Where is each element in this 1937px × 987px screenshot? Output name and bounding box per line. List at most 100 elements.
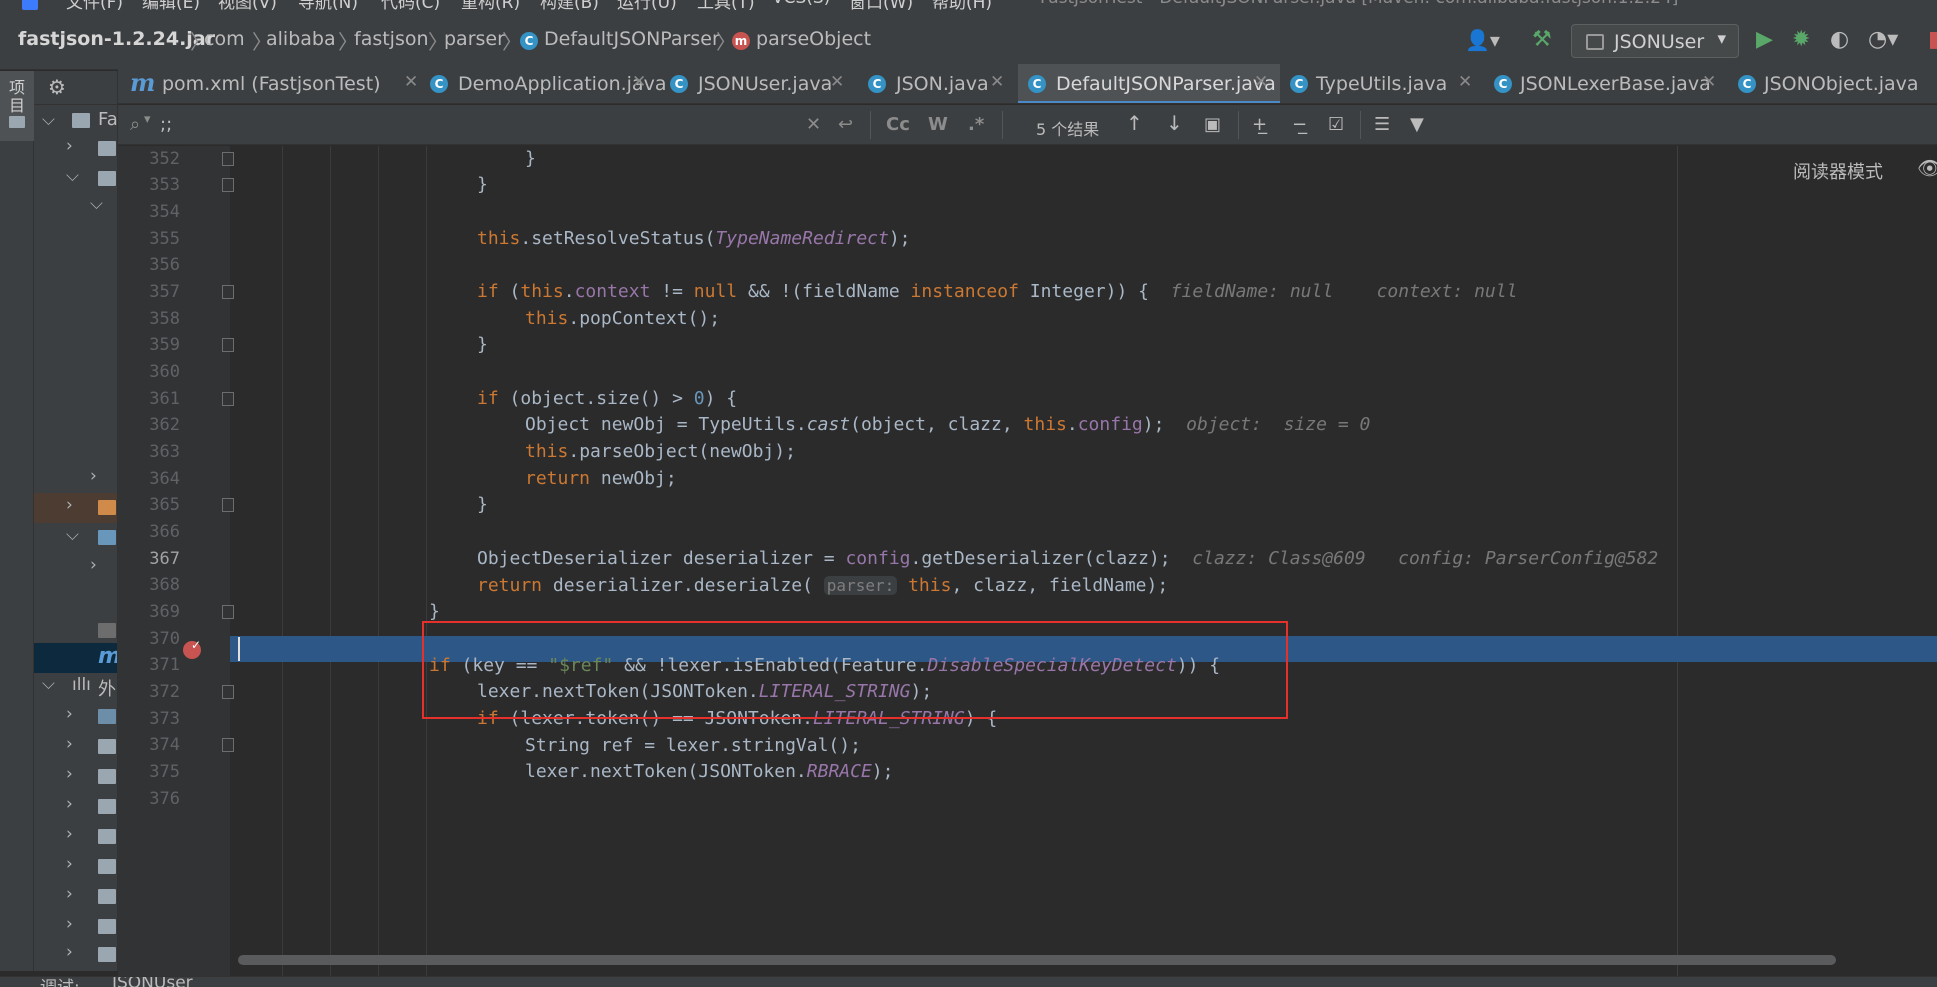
project-panel-header: ⚙ — [34, 71, 117, 105]
fold-marker-icon[interactable] — [222, 338, 234, 352]
in-selection-icon[interactable]: ☰ — [1374, 114, 1390, 135]
menu-build[interactable]: 构建(B) — [540, 0, 599, 10]
close-icon[interactable]: ✕ — [990, 72, 1004, 92]
menu-code[interactable]: 代码(C) — [381, 0, 440, 10]
next-occurrence-icon[interactable]: ↓ — [1166, 111, 1183, 135]
tree-item[interactable]: › — [34, 912, 117, 942]
tree-item[interactable]: ⌵ — [34, 192, 117, 222]
debug-icon[interactable]: ✹ — [1792, 28, 1810, 52]
horizontal-scrollbar[interactable] — [238, 955, 1836, 965]
breadcrumb-jar[interactable]: fastjson-1.2.24.jar — [18, 28, 215, 50]
tree-item-root[interactable]: ⌵ Fa — [34, 106, 117, 136]
previous-occurrence-icon[interactable]: ↑ — [1126, 111, 1143, 135]
tab-typeutils[interactable]: C TypeUtils.java ✕ — [1280, 64, 1480, 103]
close-icon[interactable]: ✕ — [1702, 72, 1716, 92]
tab-jsonlexerbase[interactable]: C JSONLexerBase.java ✕ — [1480, 64, 1724, 103]
tab-pom-xml[interactable]: m pom.xml (FastjsonTest) ✕ — [118, 64, 418, 103]
tree-item[interactable]: › — [34, 702, 117, 732]
breadcrumb-method[interactable]: m parseObject — [732, 28, 871, 50]
breadcrumb-parser[interactable]: parser — [444, 28, 505, 50]
new-line-icon[interactable]: ↩ — [838, 114, 853, 135]
tree-item[interactable] — [34, 616, 117, 646]
filter-icon[interactable]: ▼ — [1410, 114, 1424, 135]
menu-refactor[interactable]: 重构(R) — [461, 0, 520, 10]
fold-marker-icon[interactable] — [222, 285, 234, 299]
tab-jsonuser[interactable]: C JSONUser.java ✕ — [658, 64, 858, 103]
tree-item[interactable]: › — [34, 852, 117, 882]
close-icon[interactable]: ✕ — [1458, 72, 1472, 92]
class-icon: C — [868, 75, 886, 93]
fold-marker-icon[interactable] — [222, 685, 234, 699]
debug-session-tab[interactable]: JSONUser — [112, 977, 193, 987]
menu-view[interactable]: 视图(V) — [218, 0, 277, 10]
reader-mode-button[interactable]: 阅读器模式 — [1793, 158, 1883, 184]
menu-navigate[interactable]: 导航(N) — [298, 0, 358, 10]
tab-jsonobject[interactable]: C JSONObject.java — [1724, 64, 1937, 103]
stop-icon[interactable]: ■ — [1928, 28, 1937, 52]
eye-icon[interactable]: 👁 — [1917, 156, 1937, 180]
run-configuration-selector[interactable]: JSONUser ▾ — [1571, 24, 1739, 58]
user-icon[interactable]: 👤▾ — [1465, 28, 1500, 52]
close-icon[interactable]: ✕ — [1254, 72, 1268, 92]
tree-item[interactable]: › — [34, 762, 117, 792]
close-icon[interactable]: ✕ — [632, 72, 646, 92]
tab-json[interactable]: C JSON.java ✕ — [858, 64, 1018, 103]
breadcrumb-com[interactable]: com — [204, 28, 245, 50]
close-icon[interactable]: ✕ — [830, 72, 844, 92]
indent-guide — [378, 146, 379, 976]
menu-tools[interactable]: 工具(T) — [697, 0, 755, 10]
menu-file[interactable]: 文件(F) — [66, 0, 123, 10]
code-line-353: } — [477, 174, 488, 195]
profile-icon[interactable]: ◔▾ — [1868, 28, 1898, 52]
add-occurrence-icon[interactable]: +̲ — [1252, 114, 1267, 135]
fold-marker-icon[interactable] — [222, 392, 234, 406]
select-all-check-icon[interactable]: ☑ — [1328, 114, 1344, 135]
clear-search-icon[interactable]: ✕ — [806, 114, 821, 135]
divider — [1238, 111, 1239, 139]
menu-edit[interactable]: 编辑(E) — [142, 0, 200, 10]
gear-icon[interactable]: ⚙ — [48, 75, 66, 99]
code-line-363: this.parseObject(newObj); — [525, 441, 796, 462]
fold-marker-icon[interactable] — [222, 605, 234, 619]
build-hammer-icon[interactable]: ⚒ — [1532, 28, 1552, 52]
breadcrumb-alibaba[interactable]: alibaba — [266, 28, 336, 50]
code-editor[interactable]: 352 353 354 355 356 357 358 359 360 361 … — [118, 146, 1937, 976]
fold-marker-icon[interactable] — [222, 498, 234, 512]
tree-item[interactable]: › — [34, 493, 117, 523]
tree-item[interactable]: › — [34, 822, 117, 852]
tab-defaultjsonparser[interactable]: C DefaultJSONParser.java ✕ — [1018, 64, 1280, 103]
fold-marker-icon[interactable] — [222, 738, 234, 752]
match-case-button[interactable]: Cc — [886, 114, 910, 135]
menu-vcs[interactable]: VCS(S) — [772, 0, 830, 8]
tree-item[interactable]: › — [34, 940, 117, 970]
menu-window[interactable]: 窗口(W) — [849, 0, 913, 10]
run-icon[interactable]: ▶ — [1756, 28, 1773, 52]
class-icon: C — [1028, 75, 1046, 93]
tree-item[interactable]: › — [34, 464, 117, 494]
breadcrumb-class[interactable]: C DefaultJSONParser — [520, 28, 720, 50]
breadcrumb-fastjson[interactable]: fastjson — [354, 28, 429, 50]
coverage-icon[interactable]: ◐ — [1830, 28, 1849, 52]
search-input[interactable]: ;; — [160, 114, 172, 135]
fold-marker-icon[interactable] — [222, 152, 234, 166]
close-icon[interactable]: ✕ — [404, 72, 418, 92]
tree-item[interactable]: › — [34, 134, 117, 164]
tree-item[interactable]: › — [34, 792, 117, 822]
words-button[interactable]: W — [928, 114, 948, 135]
select-all-occurrences-icon[interactable]: ▣ — [1204, 114, 1221, 135]
remove-occurrence-icon[interactable]: −̲ — [1292, 114, 1307, 135]
tab-demoapplication[interactable]: C DemoApplication.java ✕ — [418, 64, 666, 103]
menu-help[interactable]: 帮助(H) — [932, 0, 992, 10]
tree-item[interactable]: › — [34, 553, 117, 583]
tree-item[interactable]: ⌵ — [34, 523, 117, 553]
regex-button[interactable]: .* — [968, 114, 984, 135]
tree-item[interactable]: › — [34, 882, 117, 912]
fold-marker-icon[interactable] — [222, 178, 234, 192]
tree-item[interactable]: ⌵ — [34, 164, 117, 194]
tree-item[interactable]: › — [34, 732, 117, 762]
menu-run[interactable]: 运行(U) — [617, 0, 677, 10]
tree-item-selected[interactable]: m — [34, 643, 117, 673]
tree-item-external-libraries[interactable]: ⌵ ıllı 外 — [34, 672, 117, 702]
search-icon[interactable]: ⌕ — [130, 114, 140, 135]
project-tool-button[interactable]: 项目 — [0, 71, 34, 141]
